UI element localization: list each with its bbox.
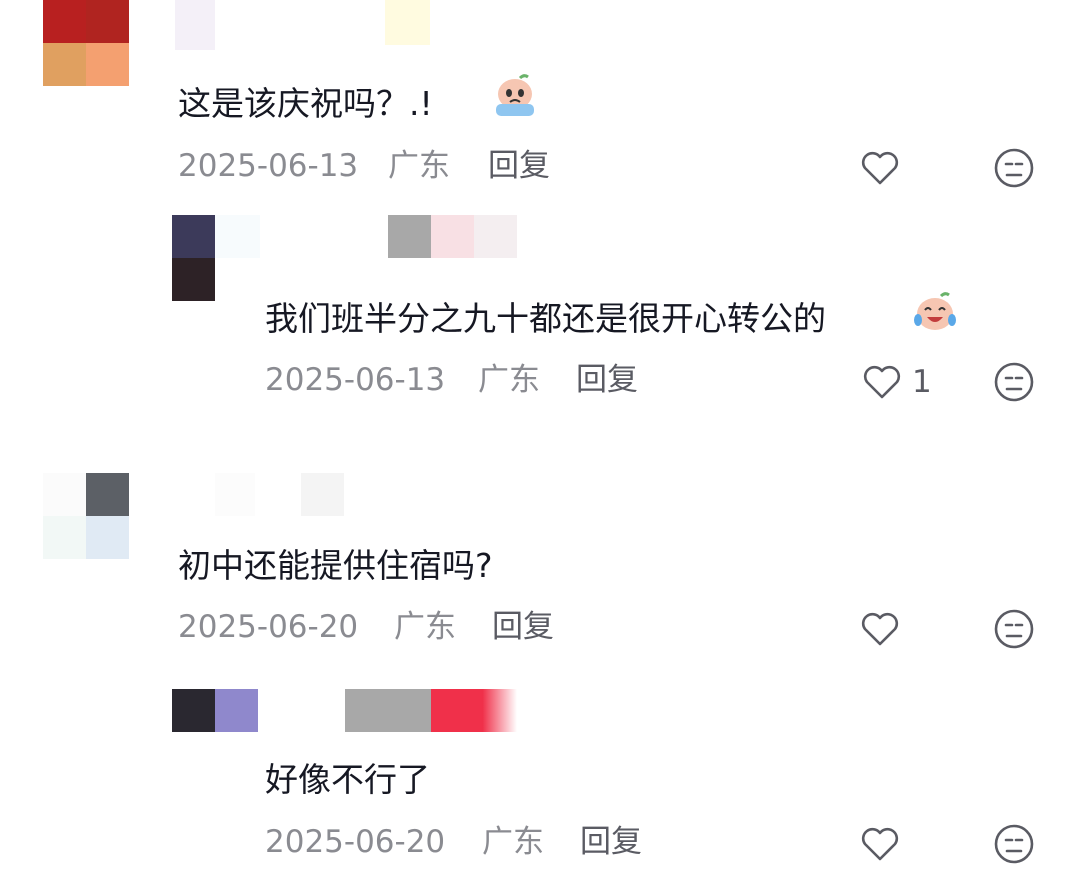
comment-text: 初中还能提供住宿吗? xyxy=(178,546,493,585)
comment-date: 2025-06-13 xyxy=(178,148,359,184)
username-blurred[interactable] xyxy=(345,689,520,734)
meh-face-icon[interactable] xyxy=(992,822,1036,866)
comment-date: 2025-06-20 xyxy=(178,609,359,645)
comment-location: 广东 xyxy=(394,609,456,645)
meh-face-icon[interactable] xyxy=(992,607,1036,651)
avatar[interactable] xyxy=(43,473,129,559)
reply-button[interactable]: 回复 xyxy=(488,146,550,186)
like-count: 1 xyxy=(912,364,932,400)
reply-button[interactable]: 回复 xyxy=(580,822,642,862)
comment-text: 这是该庆祝吗？.! xyxy=(178,84,433,123)
comment-location: 广东 xyxy=(388,148,450,184)
heart-outline-icon[interactable] xyxy=(860,360,904,404)
reply-text: 我们班半分之九十都还是很开心转公的 xyxy=(265,299,826,338)
reply-text: 好像不行了 xyxy=(265,760,430,799)
reply-button[interactable]: 回复 xyxy=(492,607,554,647)
reply-button[interactable]: 回复 xyxy=(576,360,638,400)
crying-emoji xyxy=(496,74,534,116)
reply-date: 2025-06-13 xyxy=(265,362,446,398)
meh-face-icon[interactable] xyxy=(992,360,1036,404)
meh-face-icon[interactable] xyxy=(992,146,1036,190)
username-blurred[interactable] xyxy=(175,0,435,55)
username-blurred[interactable] xyxy=(215,473,345,518)
avatar[interactable] xyxy=(172,689,258,732)
username-blurred[interactable] xyxy=(215,215,520,260)
avatar[interactable] xyxy=(172,215,215,301)
reply-location: 广东 xyxy=(478,362,540,398)
heart-outline-icon[interactable] xyxy=(858,607,902,651)
reply-date: 2025-06-20 xyxy=(265,824,446,860)
reply-location: 广东 xyxy=(482,824,544,860)
laugh-cry-emoji xyxy=(914,292,956,330)
heart-outline-icon[interactable] xyxy=(858,822,902,866)
avatar[interactable] xyxy=(43,0,129,86)
heart-outline-icon[interactable] xyxy=(858,146,902,190)
